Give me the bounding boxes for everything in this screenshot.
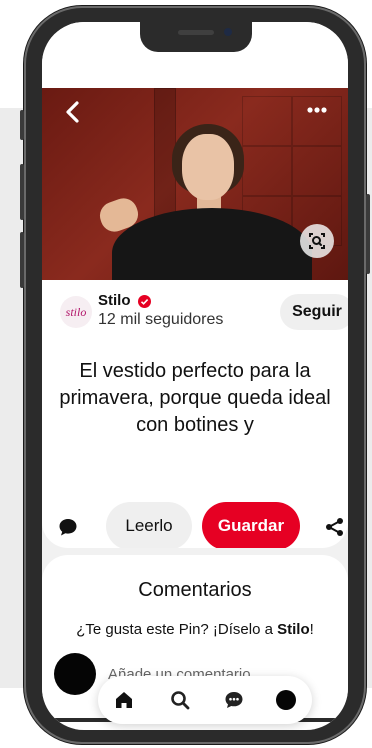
prompt-author-name: Stilo — [277, 621, 310, 638]
follow-button[interactable]: Seguir — [280, 294, 348, 330]
wall-tile — [242, 146, 292, 196]
notch — [140, 22, 252, 52]
author-row: stilo Stilo 12 mil seguidores Seguir — [42, 286, 348, 338]
wall-tile — [242, 96, 292, 146]
volume-down-button — [20, 232, 24, 288]
author-logo[interactable]: stilo — [60, 296, 92, 328]
share-icon[interactable] — [324, 516, 346, 538]
speaker — [178, 30, 214, 35]
profile-avatar[interactable] — [274, 688, 298, 712]
comment-bubble-icon[interactable] — [58, 517, 78, 537]
front-camera — [224, 28, 232, 36]
chevron-left-icon — [66, 101, 79, 123]
read-button[interactable]: Leerlo — [106, 502, 192, 548]
prompt-suffix: ! — [309, 621, 314, 638]
home-icon[interactable] — [112, 688, 136, 712]
bottom-navigation — [98, 676, 312, 724]
power-button — [366, 194, 370, 274]
volume-up-button — [20, 164, 24, 220]
phone-screen: stilo Stilo 12 mil seguidores Seguir El … — [42, 22, 348, 730]
verified-badge-icon — [138, 295, 151, 308]
comments-title: Comentarios — [138, 579, 252, 601]
follower-count: 12 mil seguidores — [98, 311, 224, 328]
more-dots-icon — [307, 107, 327, 113]
more-options-button[interactable] — [300, 98, 334, 122]
phone-frame: stilo Stilo 12 mil seguidores Seguir El … — [20, 6, 370, 744]
messages-icon[interactable] — [222, 688, 246, 712]
pin-title: El vestido perfecto para la primavera, p… — [59, 360, 331, 436]
user-avatar[interactable] — [54, 653, 96, 695]
lens-search-icon — [309, 233, 325, 249]
back-button[interactable] — [58, 96, 90, 128]
prompt-text: ¿Te gusta este Pin? ¡Díselo a — [76, 621, 278, 638]
wall-tile — [292, 146, 342, 196]
search-icon[interactable] — [168, 688, 192, 712]
pin-card: stilo Stilo 12 mil seguidores Seguir El … — [42, 88, 348, 548]
visual-search-button[interactable] — [300, 224, 334, 258]
author-name[interactable]: Stilo — [98, 292, 131, 309]
save-button[interactable]: Guardar — [202, 502, 300, 548]
person-face — [182, 134, 234, 200]
action-bar: Leerlo Guardar — [42, 498, 348, 548]
mute-switch — [20, 110, 24, 140]
pin-image[interactable] — [42, 88, 348, 280]
comments-prompt: ¿Te gusta este Pin? ¡Díselo a Stilo! — [42, 621, 348, 638]
